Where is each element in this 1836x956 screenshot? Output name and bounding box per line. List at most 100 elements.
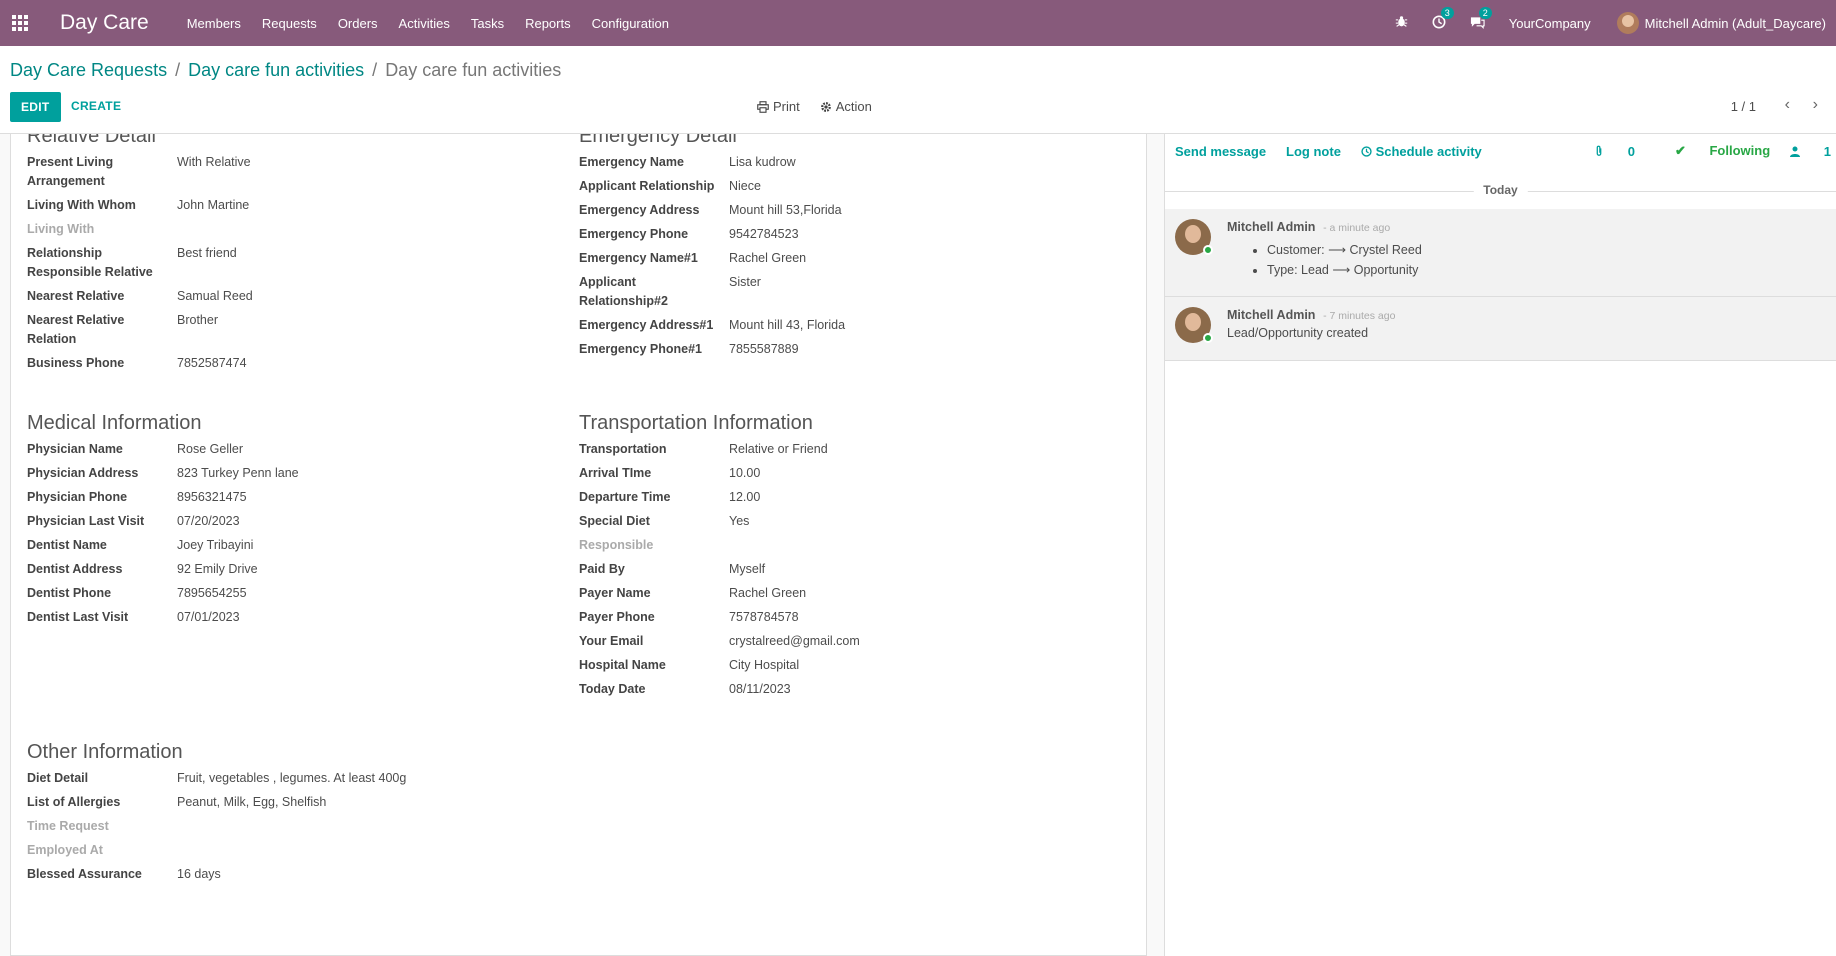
print-button[interactable]: Print bbox=[757, 99, 800, 114]
chatter-message: Mitchell Admin - a minute ago Customer: … bbox=[1165, 209, 1836, 297]
breadcrumb-activities[interactable]: Day care fun activities bbox=[188, 60, 364, 81]
form-row: Paid By Myself bbox=[579, 560, 1119, 579]
field-label: Nearest Relative bbox=[27, 289, 125, 303]
followers-count: 1 bbox=[1823, 143, 1831, 159]
field-value: City Hospital bbox=[729, 658, 800, 672]
menu-tasks[interactable]: Tasks bbox=[471, 16, 504, 31]
form-row: Emergency Name Lisa kudrow bbox=[579, 153, 1119, 172]
form-row: Applicant Relationship Niece bbox=[579, 177, 1119, 196]
edit-button[interactable]: EDIT bbox=[10, 92, 61, 122]
user-name: Mitchell Admin (Adult_Daycare) bbox=[1644, 15, 1826, 31]
form-row: Arrival TIme 10.00 bbox=[579, 464, 1119, 483]
pager-previous-icon[interactable]: ‹ bbox=[1785, 96, 1790, 114]
field-value: Relative or Friend bbox=[729, 442, 828, 456]
breadcrumb-current: Day care fun activities bbox=[385, 60, 562, 80]
chatter-topbar: Send message Log note Schedule activity … bbox=[1165, 134, 1836, 168]
field-value: Rachel Green bbox=[729, 251, 807, 265]
form-row: Dentist Address 92 Emily Drive bbox=[27, 560, 547, 579]
field-value: Lisa kudrow bbox=[729, 155, 796, 169]
message-author[interactable]: Mitchell Admin bbox=[1227, 220, 1315, 234]
action-button[interactable]: Action bbox=[820, 99, 872, 114]
menu-reports[interactable]: Reports bbox=[525, 16, 571, 31]
field-value: Myself bbox=[729, 562, 766, 576]
apps-menu-icon[interactable] bbox=[0, 0, 40, 46]
field-value: Best friend bbox=[177, 246, 237, 260]
field-label: Dentist Phone bbox=[27, 586, 112, 600]
log-note-button[interactable]: Log note bbox=[1286, 144, 1341, 159]
form-row: Emergency Address Mount hill 53,Florida bbox=[579, 201, 1119, 220]
message-body: Lead/Opportunity created bbox=[1227, 326, 1369, 340]
field-value: Mount hill 43, Florida bbox=[729, 318, 846, 332]
field-label: Physician Last Visit bbox=[27, 514, 145, 528]
messages-chat-icon[interactable]: 2 bbox=[1470, 6, 1492, 32]
user-avatar bbox=[1616, 12, 1639, 34]
create-button[interactable]: CREATE bbox=[71, 99, 121, 113]
menu-orders[interactable]: Orders bbox=[338, 16, 378, 31]
online-status-icon bbox=[1203, 333, 1213, 343]
online-status-icon bbox=[1203, 245, 1213, 255]
form-row: Emergency Address#1 Mount hill 43, Florid… bbox=[579, 316, 1119, 335]
gear-icon bbox=[820, 101, 831, 112]
menu-members[interactable]: Members bbox=[187, 16, 241, 31]
user-menu[interactable]: Mitchell Admin (Adult_Daycare) bbox=[1616, 12, 1826, 34]
emergency-detail-group: Emergency Detail Emergency Name Lisa kudr… bbox=[579, 134, 1119, 364]
field-value: Samual Reed bbox=[177, 289, 253, 303]
form-row: Responsible bbox=[579, 536, 1119, 555]
breadcrumb-requests[interactable]: Day Care Requests bbox=[10, 60, 167, 81]
paperclip-icon bbox=[1596, 145, 1602, 156]
field-label: Your Email bbox=[579, 634, 644, 648]
form-row: Payer Phone 7578784578 bbox=[579, 608, 1119, 627]
field-label: Living With bbox=[27, 222, 95, 236]
group-title: Emergency Detail bbox=[579, 134, 737, 147]
followers-button[interactable]: 1 bbox=[1790, 144, 1831, 159]
user-icon bbox=[1790, 146, 1801, 157]
field-label: Physician Name bbox=[27, 442, 123, 456]
menu-configuration[interactable]: Configuration bbox=[592, 16, 669, 31]
field-value: 7895654255 bbox=[177, 586, 247, 600]
chatter-panel: Send message Log note Schedule activity … bbox=[1164, 134, 1836, 956]
tracking-value: Type: Lead ⟶ Opportunity bbox=[1267, 260, 1422, 280]
form-view: Relative Detail Present Living Arrangeme… bbox=[0, 134, 1164, 956]
form-row: Present Living Arrangement With Relative bbox=[27, 153, 547, 191]
following-button[interactable]: ✔ Following bbox=[1655, 143, 1770, 159]
menu-requests[interactable]: Requests bbox=[262, 16, 317, 31]
field-label: Relationship Responsible Relative bbox=[27, 246, 153, 279]
form-row: Dentist Last Visit 07/01/2023 bbox=[27, 608, 547, 627]
field-value: 08/11/2023 bbox=[729, 682, 791, 696]
chatter-message: Mitchell Admin - 7 minutes ago Lead/Oppo… bbox=[1165, 297, 1836, 361]
message-author[interactable]: Mitchell Admin bbox=[1227, 308, 1315, 322]
author-avatar[interactable] bbox=[1175, 307, 1213, 343]
medical-information-group: Medical Information Physician Name Rose G… bbox=[27, 412, 547, 632]
form-row: Nearest Relative Relation Brother bbox=[27, 311, 547, 349]
field-value: 10.00 bbox=[729, 466, 761, 480]
debug-bug-icon[interactable] bbox=[1395, 15, 1408, 31]
form-row: Physician Address 823 Turkey Penn lane bbox=[27, 464, 547, 483]
breadcrumb-separator: / bbox=[175, 60, 181, 80]
print-icon bbox=[757, 100, 769, 113]
field-label: Paid By bbox=[579, 562, 625, 576]
print-label: Print bbox=[773, 99, 800, 114]
form-row: Hospital Name City Hospital bbox=[579, 656, 1119, 675]
field-label: Business Phone bbox=[27, 356, 125, 370]
attachments-button[interactable]: 0 bbox=[1594, 144, 1635, 159]
form-row: Blessed Assurance 16 days bbox=[27, 865, 727, 884]
field-value: Peanut, Milk, Egg, Shelfish bbox=[177, 795, 327, 809]
form-row: Living With Whom John Martine bbox=[27, 196, 547, 215]
app-brand[interactable]: Day Care bbox=[60, 11, 149, 35]
field-label: Present Living Arrangement bbox=[27, 155, 114, 188]
group-title: Other Information bbox=[27, 741, 183, 763]
send-message-button[interactable]: Send message bbox=[1175, 144, 1266, 159]
activity-clock-icon[interactable]: 3 bbox=[1432, 6, 1454, 32]
company-switcher[interactable]: YourCompany bbox=[1509, 16, 1591, 31]
pager-next-icon[interactable]: › bbox=[1813, 96, 1818, 114]
field-value: Yes bbox=[729, 514, 750, 528]
field-value: 07/01/2023 bbox=[177, 610, 240, 624]
activity-badge: 3 bbox=[1440, 6, 1454, 19]
pager-value[interactable]: 1 / 1 bbox=[1731, 99, 1756, 114]
author-avatar[interactable] bbox=[1175, 219, 1213, 255]
field-label: Applicant Relationship bbox=[579, 179, 715, 193]
menu-activities[interactable]: Activities bbox=[399, 16, 450, 31]
field-value: 9542784523 bbox=[729, 227, 799, 241]
schedule-activity-button[interactable]: Schedule activity bbox=[1361, 144, 1482, 159]
form-row: Departure Time 12.00 bbox=[579, 488, 1119, 507]
